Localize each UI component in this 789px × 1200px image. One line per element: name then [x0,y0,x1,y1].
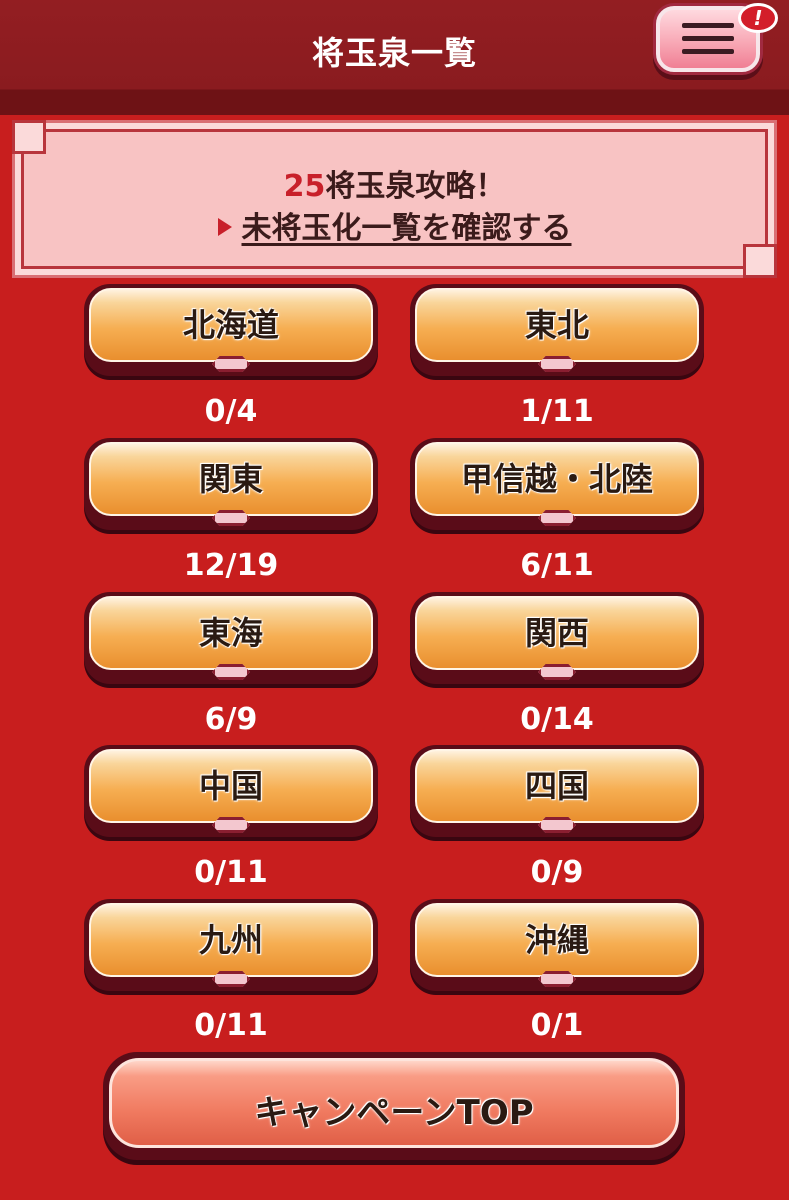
gem-icon [212,356,250,372]
banner-count: 25 [283,169,326,204]
gem-icon [538,817,576,833]
region-button-tohoku[interactable]: 東北 [410,284,704,376]
gem-icon [538,664,576,680]
banner-headline: 25将玉泉攻略！ [15,161,774,205]
campaign-top-button[interactable]: キャンペーンTOP [103,1052,685,1160]
gem-icon [212,971,250,987]
gem-icon [212,664,250,680]
region-button-tokai[interactable]: 東海 [84,592,378,684]
region-label: 関東 [198,460,263,498]
region-button-shikoku[interactable]: 四国 [410,745,704,837]
hamburger-icon [682,23,734,62]
region-button-chugoku[interactable]: 中国 [84,745,378,837]
region-label: 北海道 [182,306,279,344]
region-label: 関西 [524,614,589,652]
gem-icon [538,356,576,372]
region-progress: 0/11 [194,855,268,890]
gem-icon [538,510,576,526]
region-button-okinawa[interactable]: 沖縄 [410,899,704,991]
region-progress: 0/4 [204,394,258,429]
campaign-banner: 25将玉泉攻略！ 未将玉化一覧を確認する [12,120,777,278]
gem-icon [212,817,250,833]
region-progress: 1/11 [520,394,594,429]
region-label: 甲信越・北陸 [460,460,653,498]
region-button-kansai[interactable]: 関西 [410,592,704,684]
banner-link-row: 未将玉化一覧を確認する [15,203,774,247]
region-progress: 12/19 [183,548,279,583]
region-label: 九州 [198,921,263,959]
region-label: 中国 [198,767,263,805]
region-progress: 6/9 [204,702,258,737]
gem-icon [212,510,250,526]
unconverted-list-link[interactable]: 未将玉化一覧を確認する [242,211,572,246]
region-label: 沖縄 [524,921,589,959]
region-progress: 0/9 [530,855,584,890]
banner-headline-text: 将玉泉攻略！ [325,169,506,204]
region-progress: 0/1 [530,1008,584,1043]
region-progress: 6/11 [520,548,594,583]
region-label: 四国 [524,767,589,805]
gem-icon [538,971,576,987]
region-label: 東北 [524,306,589,344]
region-button-hokkaido[interactable]: 北海道 [84,284,378,376]
region-progress: 0/11 [194,1008,268,1043]
campaign-top-label: キャンペーンTOP [254,1093,534,1133]
region-button-kyushu[interactable]: 九州 [84,899,378,991]
play-arrow-icon [217,217,232,236]
region-button-kanto[interactable]: 関東 [84,438,378,530]
region-progress: 0/14 [520,702,594,737]
region-label: 東海 [198,614,263,652]
region-button-koshinetsu-hokuriku[interactable]: 甲信越・北陸 [410,438,704,530]
notification-badge: ! [738,3,778,33]
